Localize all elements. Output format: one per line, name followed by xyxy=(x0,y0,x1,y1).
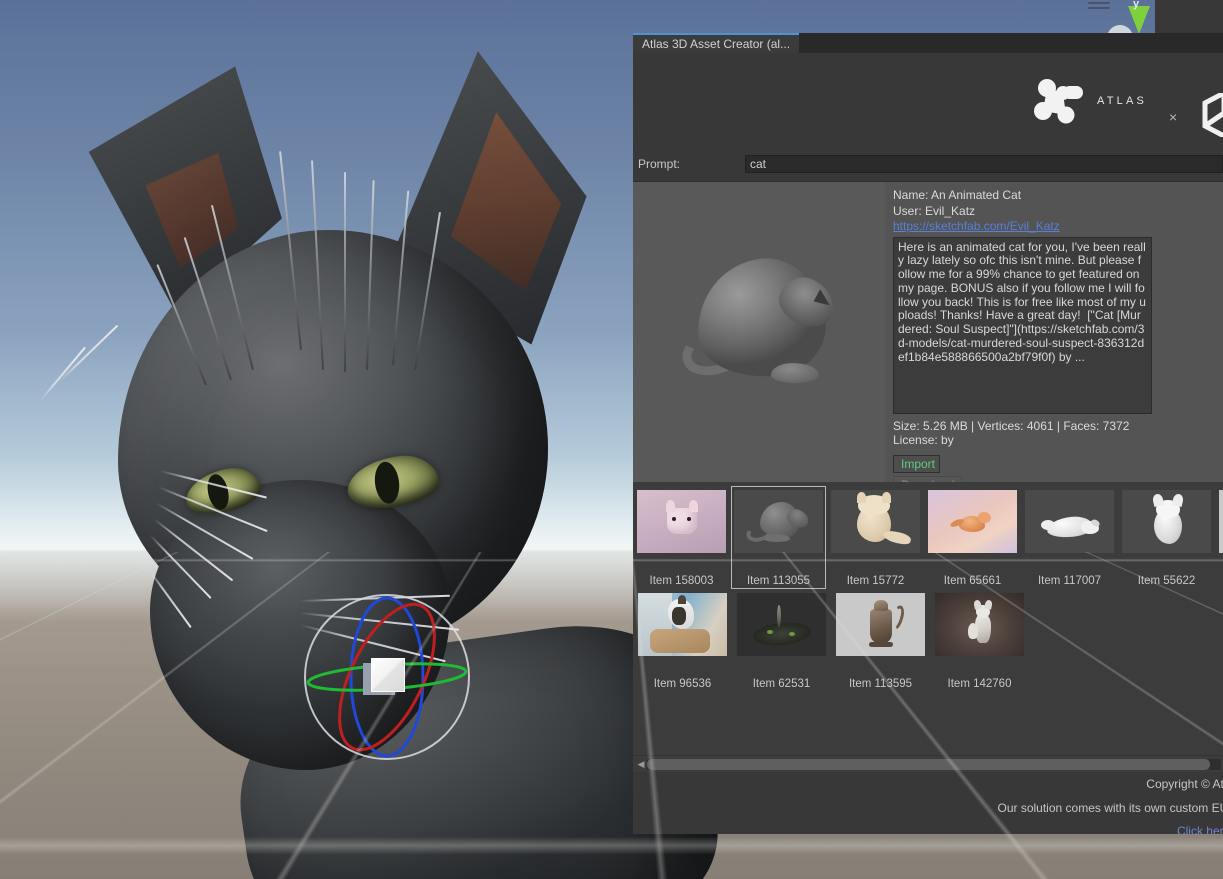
y-axis-cone-icon[interactable] xyxy=(1128,6,1150,34)
result-cell[interactable]: Item 96536 xyxy=(634,589,731,692)
footer-more-info-link[interactable]: Click here for more inform xyxy=(635,820,1223,834)
unity-scene-gizmo-widget: y xyxy=(1060,0,1223,33)
result-cell-label: Item 55622 xyxy=(1122,575,1211,587)
preview-cat-leg xyxy=(771,363,819,383)
asset-name-line: Name: An Animated Cat xyxy=(893,188,1215,204)
caret-left-icon[interactable]: ◀ xyxy=(635,758,647,770)
prompt-row: Prompt: xyxy=(633,147,1223,181)
result-cell-label: Item 65661 xyxy=(928,575,1017,587)
result-cell[interactable]: Item 15772 xyxy=(828,486,923,589)
search-results-grid[interactable]: Item 158003 Item 113055 Item 15772 Item 656… xyxy=(633,482,1223,755)
result-cell[interactable]: Item 117007 xyxy=(1022,486,1117,589)
scrollbar-track[interactable] xyxy=(647,759,1221,770)
inspector-edge-pane xyxy=(1155,0,1223,33)
result-cell-label: Item 96536 xyxy=(637,678,728,690)
result-cell-partial[interactable] xyxy=(1216,486,1223,589)
result-cell-selected[interactable]: Item 113055 xyxy=(731,486,826,589)
sketchfab-logo-icon xyxy=(1201,93,1223,137)
asset-size-stats: Size: 5.26 MB | Vertices: 4061 | Faces: … xyxy=(893,419,1215,433)
prompt-label: Prompt: xyxy=(638,157,745,171)
panel-header: ATLAS × xyxy=(633,53,1223,147)
result-cell[interactable]: Item 113595 xyxy=(832,589,929,692)
collab-x-separator: × xyxy=(1169,109,1177,125)
preview-cat-model xyxy=(675,247,850,412)
screen-root: y Atlas 3D Asset Creator (al... ATLAS xyxy=(0,0,1223,879)
result-cell[interactable]: Item 158003 xyxy=(634,486,729,589)
atlas-asset-creator-window: Atlas 3D Asset Creator (al... ATLAS × Pr… xyxy=(633,33,1223,834)
atlas-wordmark: ATLAS xyxy=(1097,95,1147,107)
results-horizontal-scrollbar[interactable]: ◀ xyxy=(633,755,1223,772)
result-cell[interactable]: Item 55622 xyxy=(1119,486,1214,589)
result-cell-label: Item 62531 xyxy=(736,678,827,690)
result-cell-label: Item 15772 xyxy=(831,575,920,587)
whisker xyxy=(39,347,85,402)
asset-preview-viewport[interactable] xyxy=(633,182,885,482)
atlas-molecule-logo-icon xyxy=(1033,75,1087,125)
tab-label: Atlas 3D Asset Creator (al... xyxy=(642,37,790,51)
footer-eula: Our solution comes with its own custom E… xyxy=(635,796,1223,820)
result-cell-label: Item 113055 xyxy=(734,575,823,587)
scrollbar-thumb[interactable] xyxy=(647,759,1210,770)
y-axis-label: y xyxy=(1133,0,1139,10)
results-row-1: Item 158003 Item 113055 Item 15772 Item 656… xyxy=(633,486,1223,589)
import-button[interactable]: Import xyxy=(893,455,940,473)
prompt-input[interactable] xyxy=(745,155,1223,173)
result-cell[interactable]: Item 142760 xyxy=(931,589,1028,692)
result-cell-label: Item 158003 xyxy=(637,575,726,587)
gizmo-center-cube[interactable] xyxy=(371,658,405,692)
footer-copyright: Copyright © Atlas (2023) | For h xyxy=(635,772,1223,796)
result-cell-label: Item 142760 xyxy=(934,678,1025,690)
asset-info-column: Name: An Animated Cat User: Evil_Katz ht… xyxy=(885,182,1223,482)
result-cell[interactable]: Item 65661 xyxy=(925,486,1020,589)
panel-footer: Copyright © Atlas (2023) | For h Our sol… xyxy=(633,772,1223,834)
result-cell-label: Item 117007 xyxy=(1025,575,1114,587)
asset-description-box[interactable]: Here is an animated cat for you, I've be… xyxy=(893,237,1152,414)
asset-profile-link[interactable]: https://sketchfab.com/Evil_Katz xyxy=(893,219,1215,235)
menu-icon[interactable] xyxy=(1088,2,1110,11)
whisker xyxy=(59,325,118,382)
lock-icon[interactable] xyxy=(1164,7,1175,16)
rotation-gizmo[interactable] xyxy=(304,594,470,760)
result-cell-label: Item 113595 xyxy=(835,678,926,690)
asset-detail-section: Name: An Animated Cat User: Evil_Katz ht… xyxy=(633,182,1223,482)
results-row-2: Item 96536 Item 62531 Item 113595 Item 1427… xyxy=(633,589,1223,692)
cat-hair xyxy=(344,172,346,372)
asset-license: License: by xyxy=(893,433,1215,447)
asset-user-line: User: Evil_Katz xyxy=(893,204,1215,220)
result-cell[interactable]: Item 62531 xyxy=(733,589,830,692)
tab-atlas-3d-asset-creator[interactable]: Atlas 3D Asset Creator (al... xyxy=(633,33,799,53)
window-tab-bar: Atlas 3D Asset Creator (al... xyxy=(633,33,1223,53)
